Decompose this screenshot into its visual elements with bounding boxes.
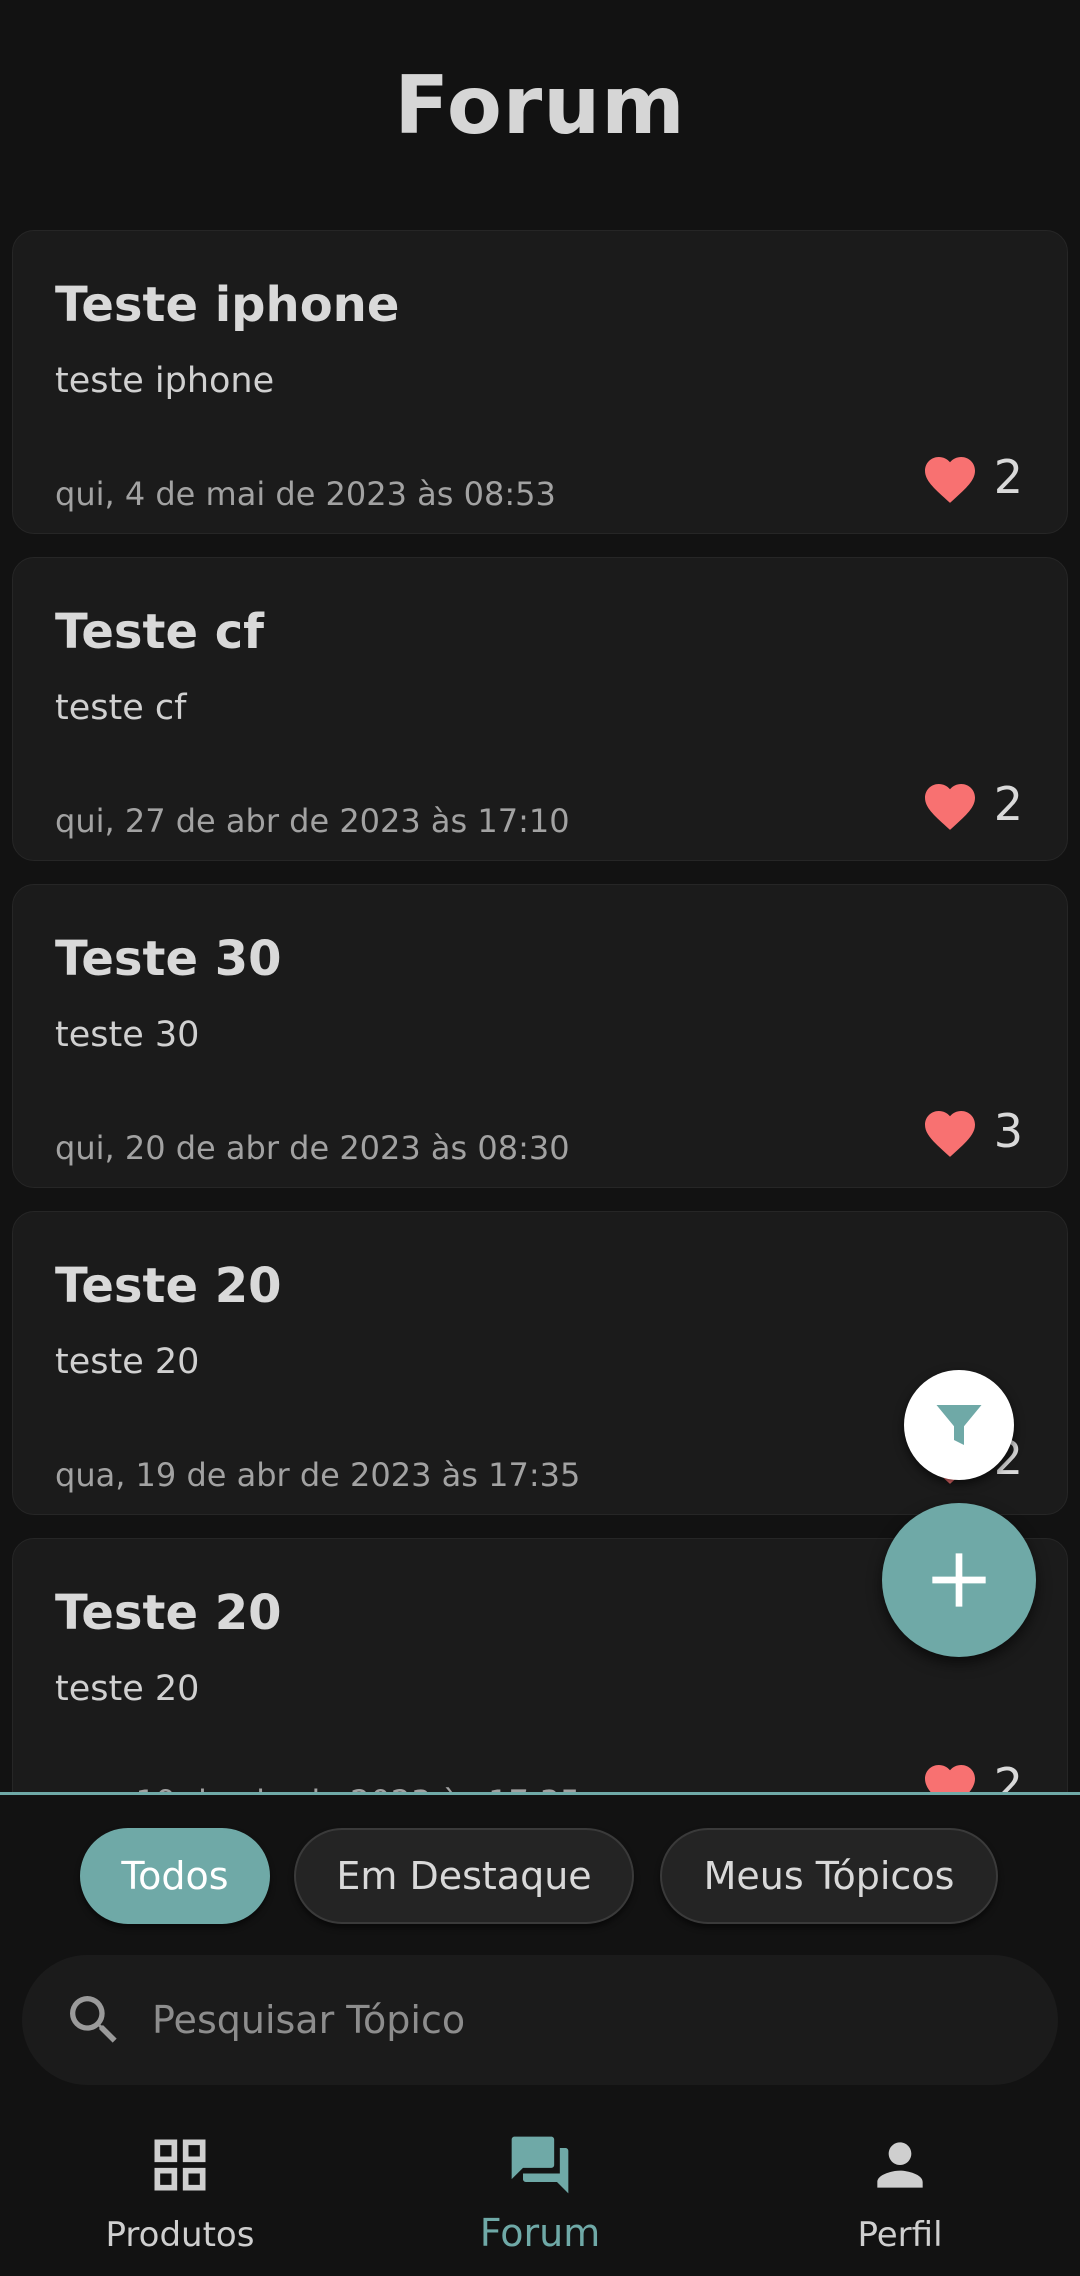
like-count: 3 bbox=[993, 1104, 1023, 1158]
heart-icon bbox=[924, 1765, 975, 1792]
plus-icon bbox=[932, 1553, 986, 1607]
topic-body: teste 20 bbox=[55, 1669, 200, 1709]
topic-card[interactable]: Teste 30 teste 30 qui, 20 de abr de 2023… bbox=[12, 884, 1068, 1188]
bottom-navigation: Produtos Forum Perfil bbox=[0, 2115, 1080, 2276]
topic-card[interactable]: Teste cf teste cf qui, 27 de abr de 2023… bbox=[12, 557, 1068, 861]
add-topic-button[interactable] bbox=[882, 1503, 1036, 1657]
heart-icon bbox=[924, 1111, 975, 1157]
topic-title: Teste 30 bbox=[55, 931, 282, 987]
like-count: 2 bbox=[993, 450, 1023, 504]
topic-body: teste cf bbox=[55, 688, 187, 728]
heart-icon bbox=[924, 784, 975, 830]
filter-icon bbox=[936, 1405, 982, 1445]
nav-label: Produtos bbox=[105, 2215, 255, 2255]
search-input[interactable] bbox=[152, 1985, 1012, 2055]
topic-date: qua, 19 de abr de 2023 às 17:35 bbox=[55, 1783, 580, 1792]
like-count: 2 bbox=[993, 1758, 1023, 1792]
bottom-panel: Todos Em Destaque Meus Tópicos Produtos … bbox=[0, 1795, 1080, 2276]
heart-icon bbox=[924, 457, 975, 503]
topic-body: teste 30 bbox=[55, 1015, 200, 1055]
topic-likes[interactable]: 3 bbox=[920, 1103, 1023, 1159]
forum-icon bbox=[511, 2136, 569, 2194]
topic-title: Teste cf bbox=[55, 604, 265, 660]
chip-todos[interactable]: Todos bbox=[80, 1828, 270, 1924]
topic-card[interactable]: Teste 20 teste 20 qua, 19 de abr de 2023… bbox=[12, 1211, 1068, 1515]
topic-likes[interactable]: 2 bbox=[920, 776, 1023, 832]
topic-date: qui, 27 de abr de 2023 às 17:10 bbox=[55, 802, 570, 840]
topic-body: teste iphone bbox=[55, 361, 275, 401]
nav-label: Perfil bbox=[857, 2215, 943, 2255]
like-count: 2 bbox=[993, 777, 1023, 831]
topic-date: qua, 19 de abr de 2023 às 17:35 bbox=[55, 1456, 581, 1494]
topic-title: Teste iphone bbox=[55, 277, 400, 333]
topic-title: Teste 20 bbox=[55, 1258, 282, 1314]
nav-item-produtos[interactable]: Produtos bbox=[0, 2115, 360, 2276]
filter-chips: Todos Em Destaque Meus Tópicos bbox=[0, 1828, 1080, 1924]
topic-body: teste 20 bbox=[55, 1342, 200, 1382]
topic-date: qui, 4 de mai de 2023 às 08:53 bbox=[55, 475, 556, 513]
person-icon bbox=[877, 2142, 923, 2188]
page-title: Forum bbox=[394, 58, 686, 152]
chip-meus-topicos[interactable]: Meus Tópicos bbox=[660, 1828, 998, 1924]
nav-item-forum[interactable]: Forum bbox=[360, 2115, 720, 2276]
topic-date: qui, 20 de abr de 2023 às 08:30 bbox=[55, 1129, 570, 1167]
topic-card[interactable]: Teste iphone teste iphone qui, 4 de mai … bbox=[12, 230, 1068, 534]
grid-icon bbox=[154, 2139, 206, 2191]
search-bar bbox=[22, 1955, 1058, 2085]
search-icon bbox=[70, 1996, 117, 2043]
chip-em-destaque[interactable]: Em Destaque bbox=[294, 1828, 634, 1924]
topic-likes[interactable]: 2 bbox=[920, 1757, 1023, 1792]
topic-likes[interactable]: 2 bbox=[920, 449, 1023, 505]
nav-item-perfil[interactable]: Perfil bbox=[720, 2115, 1080, 2276]
topic-title: Teste 20 bbox=[55, 1585, 282, 1641]
nav-label: Forum bbox=[479, 2211, 601, 2255]
app-header: Forum bbox=[0, 0, 1080, 210]
filter-button[interactable] bbox=[904, 1370, 1014, 1480]
